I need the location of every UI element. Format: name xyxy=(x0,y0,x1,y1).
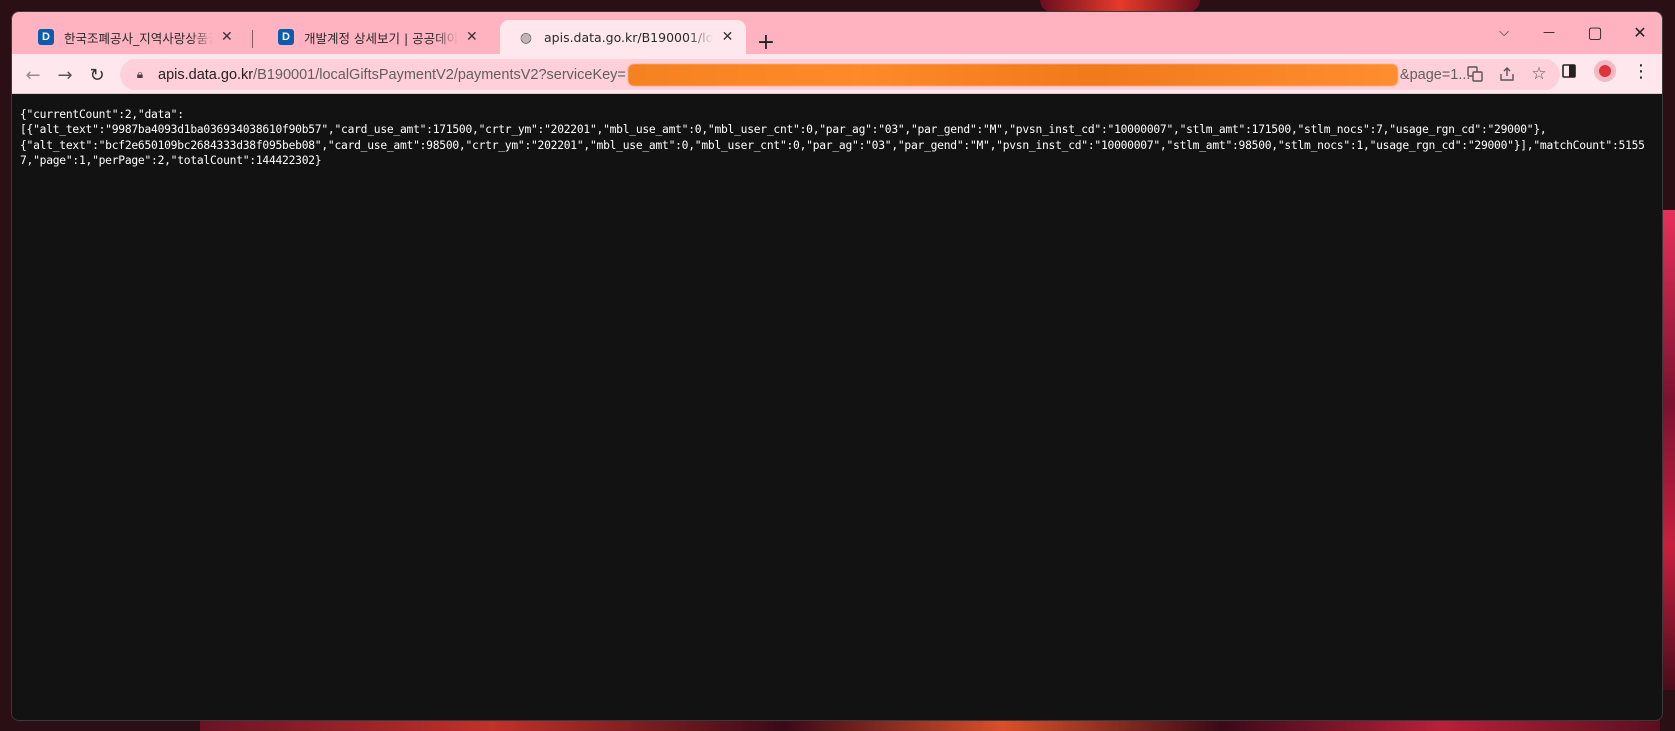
url-host: apis.data.go.kr xyxy=(158,66,254,83)
tab-separator xyxy=(252,30,253,48)
forward-icon[interactable]: → xyxy=(52,62,78,88)
avatar-dot xyxy=(1599,65,1611,77)
tab-api-response[interactable]: ◍ apis.data.go.kr/B190001/localGiftsPaym… xyxy=(500,20,746,54)
toolbar: ← → ↻ 🔒︎ apis.data.go.kr/B190001/localGi… xyxy=(12,54,1662,94)
url-path: /B190001/localGiftsPaymentV2/paymentsV2?… xyxy=(253,66,626,83)
browser-window: D 한국조폐공사_지역사랑상품권_결제정보 ✕ D 개발계정 상세보기 | 공공… xyxy=(11,11,1663,721)
more-menu-icon[interactable]: ⋮ xyxy=(1630,60,1652,82)
back-icon[interactable]: ← xyxy=(20,62,46,88)
maximize-icon[interactable]: ▢ xyxy=(1580,20,1610,44)
close-window-icon[interactable]: ✕ xyxy=(1625,20,1655,44)
tab-title: 한국조폐공사_지역사랑상품권_결제정보 xyxy=(64,30,213,46)
close-tab-icon[interactable]: ✕ xyxy=(219,28,235,46)
page-content: {"currentCount":2,"data": [{"alt_text":"… xyxy=(12,94,1662,720)
tab-search-icon[interactable]: ⌵ xyxy=(1489,20,1519,44)
data-portal-favicon-icon: D xyxy=(278,29,294,45)
tab-strip: D 한국조폐공사_지역사랑상품권_결제정보 ✕ D 개발계정 상세보기 | 공공… xyxy=(12,12,1662,55)
tab-dev-account[interactable]: D 개발계정 상세보기 | 공공데이터포털 ✕ xyxy=(260,20,490,54)
data-portal-favicon-icon: D xyxy=(38,29,54,45)
bookmark-star-icon[interactable]: ☆ xyxy=(1528,63,1550,85)
profile-avatar[interactable] xyxy=(1594,60,1616,82)
tab-title: apis.data.go.kr/B190001/localGiftsPaymen… xyxy=(544,29,714,45)
tab-title: 개발계정 상세보기 | 공공데이터포털 xyxy=(304,30,458,46)
tab-payment-info[interactable]: D 한국조폐공사_지역사랑상품권_결제정보 ✕ xyxy=(20,20,245,54)
side-panel-icon[interactable] xyxy=(1558,60,1580,82)
redacted-service-key xyxy=(627,63,1398,86)
globe-icon: ◍ xyxy=(519,28,533,45)
json-response: {"currentCount":2,"data": [{"alt_text":"… xyxy=(20,108,1645,167)
translate-icon[interactable] xyxy=(1464,63,1486,85)
reload-icon[interactable]: ↻ xyxy=(84,62,110,88)
minimize-icon[interactable]: — xyxy=(1534,20,1564,44)
close-tab-icon[interactable]: ✕ xyxy=(719,28,736,46)
address-bar[interactable]: 🔒︎ apis.data.go.kr/B190001/localGiftsPay… xyxy=(120,59,1560,90)
lock-icon[interactable]: 🔒︎ xyxy=(132,67,148,82)
close-tab-icon[interactable]: ✕ xyxy=(464,28,480,46)
new-tab-button[interactable]: + xyxy=(754,30,778,55)
url-suffix: &page=1... xyxy=(1399,66,1471,83)
share-icon[interactable] xyxy=(1496,63,1518,85)
